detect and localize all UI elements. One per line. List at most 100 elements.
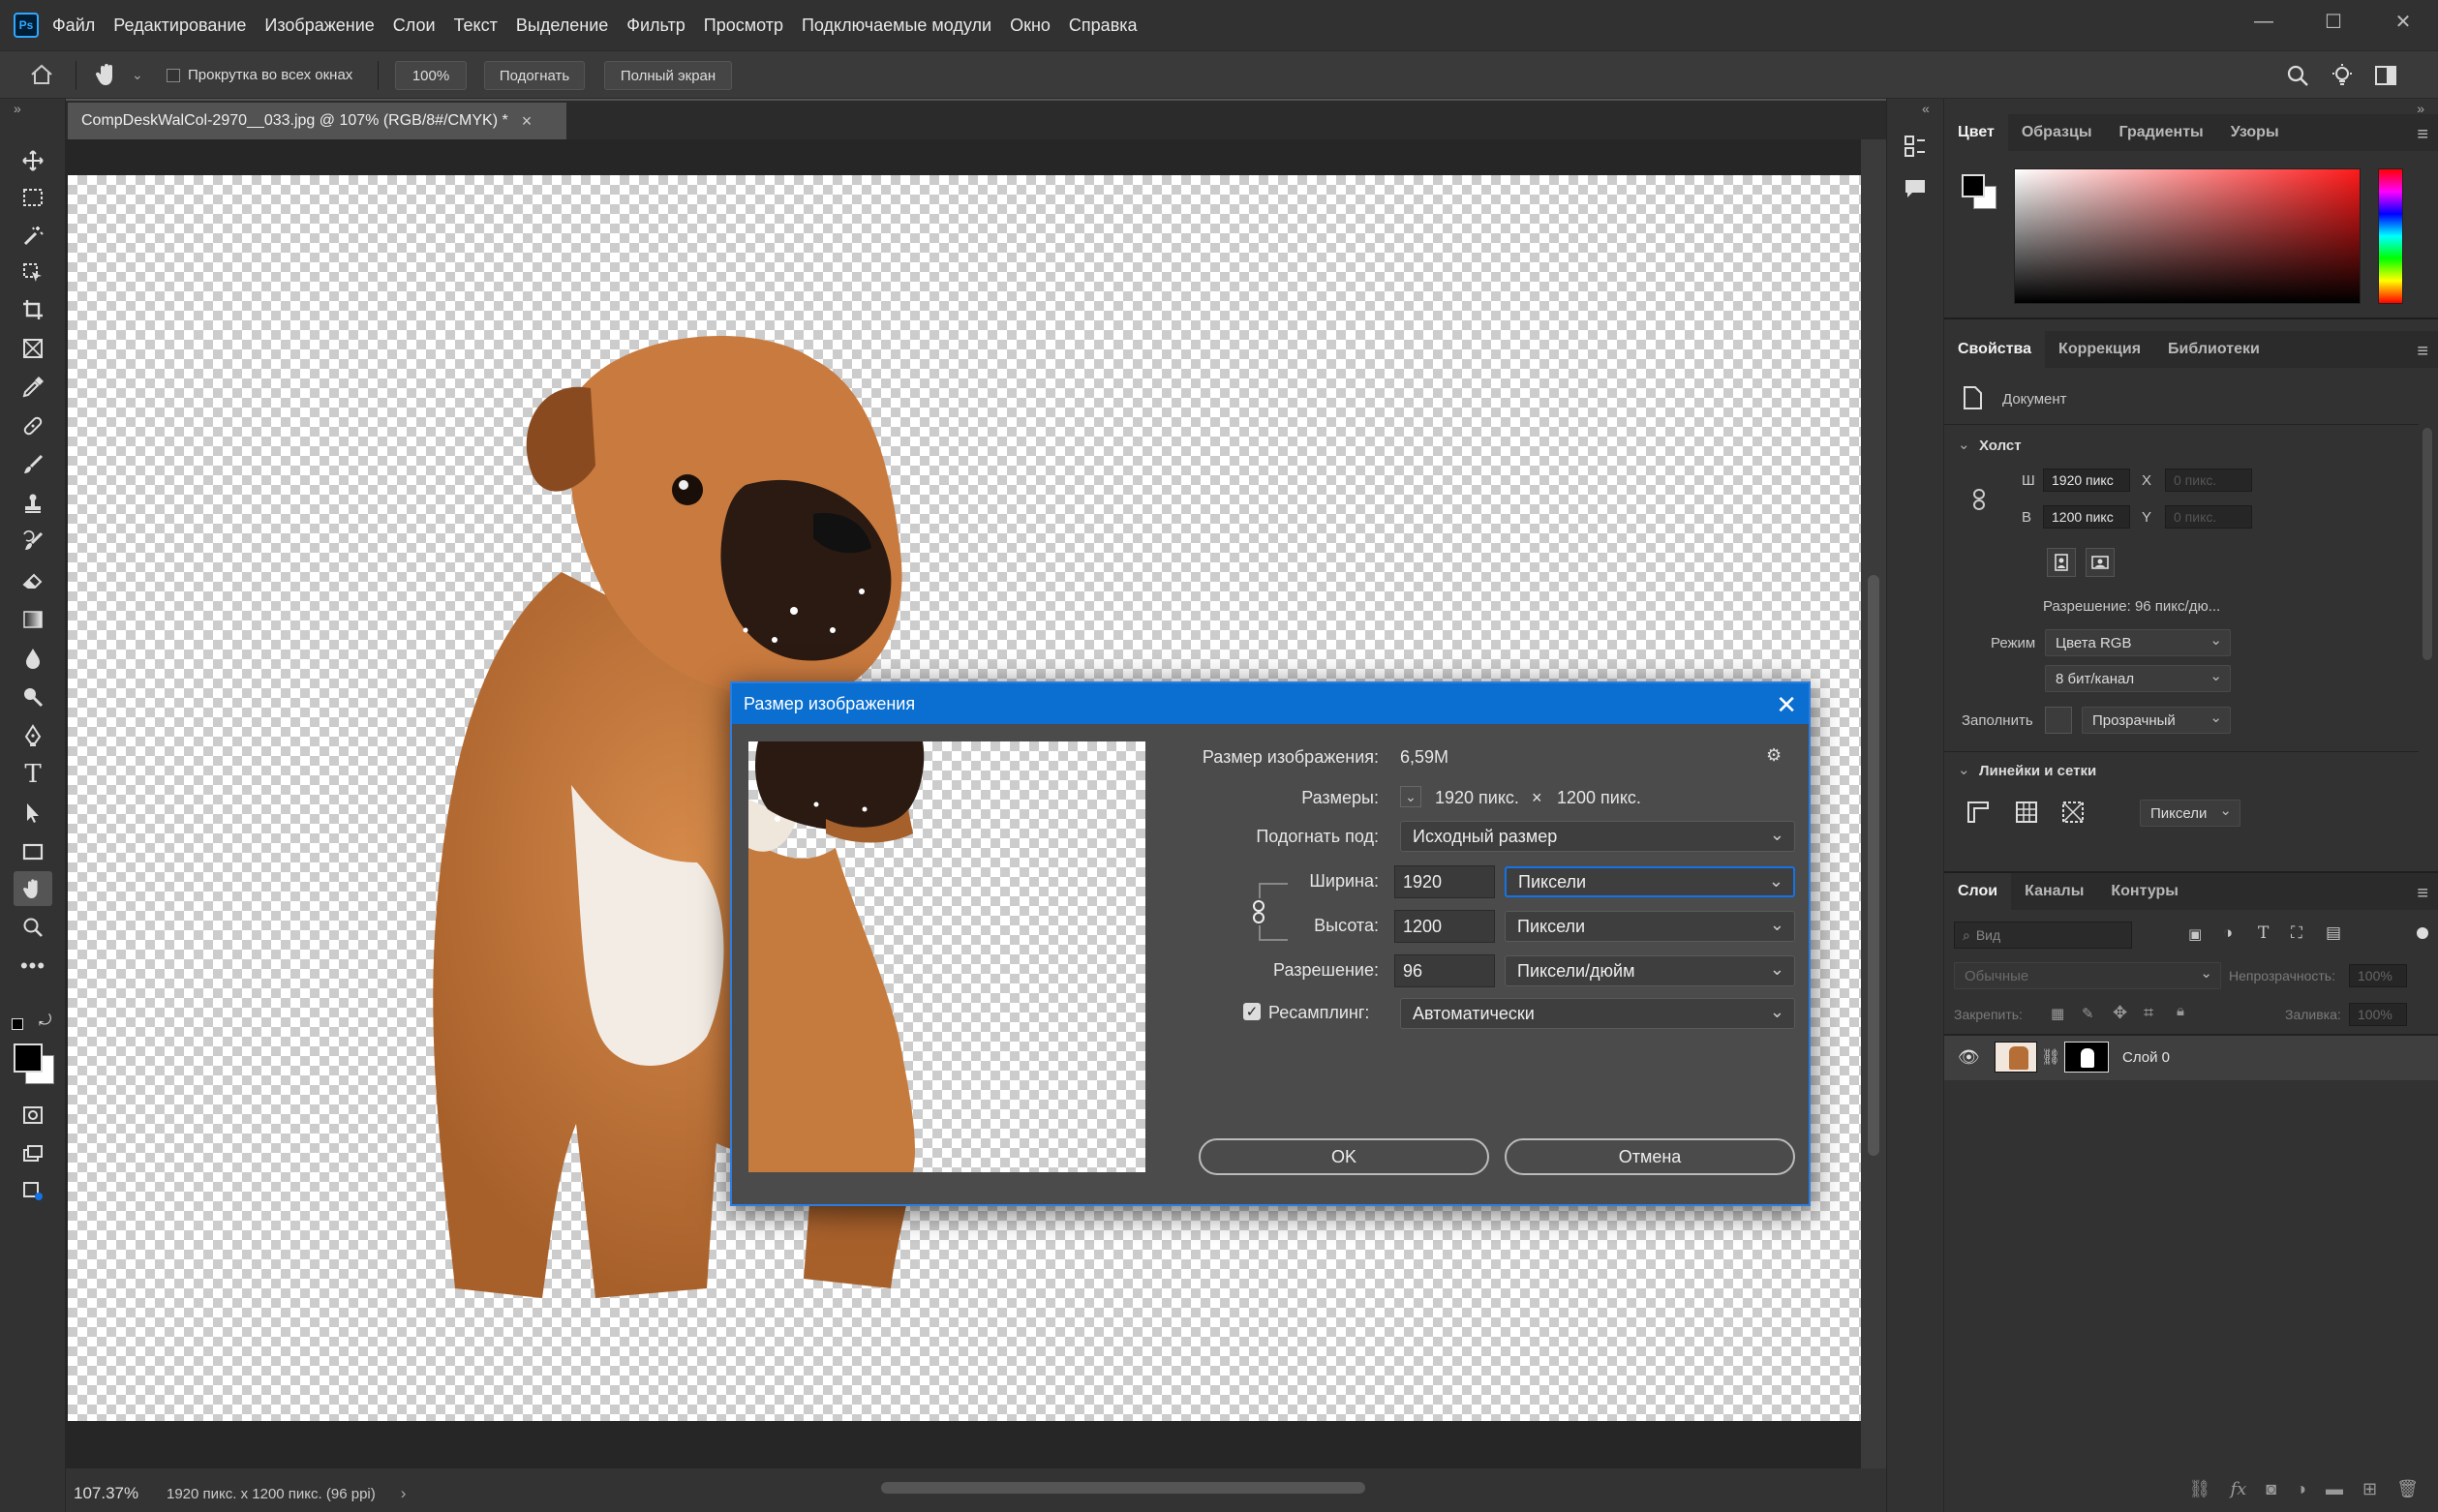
guides-icon[interactable] [2060, 800, 2086, 830]
panel-foreground-swatch[interactable] [1962, 174, 1985, 197]
canvas-y-field[interactable]: 0 пикс. [2165, 505, 2252, 529]
home-icon[interactable] [29, 63, 54, 91]
dodge-tool-icon[interactable] [14, 680, 52, 714]
color-field[interactable] [2014, 168, 2361, 304]
width-unit-dropdown[interactable]: Пиксели [1505, 866, 1795, 897]
preview-pane[interactable] [748, 741, 1145, 1172]
cancel-button[interactable]: Отмена [1505, 1138, 1795, 1175]
pen-tool-icon[interactable] [14, 718, 52, 753]
menu-layers[interactable]: Слои [393, 15, 436, 36]
canvas-height-field[interactable]: 1200 пикс [2043, 505, 2130, 529]
history-panel-icon[interactable] [1903, 134, 1928, 164]
ok-button[interactable]: OK [1199, 1138, 1489, 1175]
foreground-color-swatch[interactable] [14, 1043, 43, 1073]
layer-filter-search[interactable]: ⌕ Вид [1954, 922, 2132, 949]
chevron-down-icon[interactable]: ⌄ [1958, 761, 1970, 778]
layers-menu-icon[interactable]: ≡ [2417, 883, 2428, 905]
status-arrow-icon[interactable]: › [401, 1484, 407, 1503]
menu-help[interactable]: Справка [1069, 15, 1138, 36]
tab-swatches[interactable]: Образцы [2008, 114, 2106, 151]
ruler-icon[interactable] [1966, 800, 1991, 830]
horizontal-scroll-thumb[interactable] [881, 1482, 1365, 1494]
vertical-scrollbar[interactable] [1861, 139, 1886, 1468]
dialog-close-icon[interactable]: ✕ [1776, 690, 1797, 720]
fit-screen-button[interactable]: Подогнать [484, 61, 585, 90]
swap-colors-icon[interactable]: ⤾ [39, 1013, 51, 1030]
filter-image-icon[interactable]: ▣ [2188, 925, 2202, 943]
eraser-tool-icon[interactable] [14, 563, 52, 598]
canvas-section-title[interactable]: Холст [1979, 438, 2022, 454]
lock-image-icon[interactable]: ✎ [2082, 1005, 2094, 1022]
menu-file[interactable]: Файл [52, 15, 95, 36]
tab-properties[interactable]: Свойства [1944, 331, 2046, 368]
ruler-units-dropdown[interactable]: Пиксели [2140, 800, 2240, 827]
gradient-tool-icon[interactable] [14, 602, 52, 637]
magic-wand-tool-icon[interactable] [14, 219, 52, 254]
discover-lightbulb-icon[interactable] [2330, 63, 2355, 93]
filter-smart-object-icon[interactable]: ▤ [2326, 923, 2341, 943]
search-icon[interactable] [2285, 63, 2310, 93]
zoom-100-button[interactable]: 100% [395, 61, 467, 90]
blend-mode-dropdown[interactable]: Обычные [1954, 962, 2221, 989]
opacity-field[interactable]: 100% [2349, 964, 2407, 987]
object-selection-tool-icon[interactable] [14, 256, 52, 290]
new-layer-icon[interactable]: ⊞ [2362, 1479, 2377, 1499]
move-tool-icon[interactable] [14, 143, 52, 178]
brush-tool-icon[interactable] [14, 447, 52, 482]
layer-row[interactable]: 👁︎ ⛓︎ Слой 0 [1944, 1036, 2438, 1080]
history-brush-tool-icon[interactable] [14, 525, 52, 559]
link-dimensions-icon[interactable] [1971, 488, 1987, 516]
tab-patterns[interactable]: Узоры [2217, 114, 2293, 151]
frame-tool-icon[interactable] [14, 331, 52, 366]
lock-all-icon[interactable]: 🔒︎ [2177, 1003, 2184, 1019]
resolution-unit-dropdown[interactable]: Пиксели/дюйм [1505, 955, 1795, 986]
canvas-width-field[interactable]: 1920 пикс [2043, 469, 2130, 492]
collapse-toolbar-icon[interactable]: » [14, 101, 21, 116]
tab-adjustments[interactable]: Коррекция [2045, 331, 2154, 368]
bit-depth-dropdown[interactable]: 8 бит/канал [2045, 665, 2231, 692]
clone-stamp-tool-icon[interactable] [14, 486, 52, 521]
healing-brush-tool-icon[interactable] [14, 408, 52, 443]
color-mode-dropdown[interactable]: Цвета RGB [2045, 629, 2231, 656]
menu-filter[interactable]: Фильтр [626, 15, 685, 36]
collapse-right-icon[interactable]: » [2417, 101, 2424, 116]
path-selection-tool-icon[interactable] [14, 796, 52, 831]
height-unit-dropdown[interactable]: Пиксели [1505, 911, 1795, 942]
menu-select[interactable]: Выделение [516, 15, 608, 36]
default-colors-icon[interactable] [12, 1018, 23, 1030]
menu-image[interactable]: Изображение [264, 15, 374, 36]
dimensions-unit-dropdown[interactable]: ⌄ [1400, 786, 1421, 807]
filter-toggle-icon[interactable] [2417, 927, 2428, 939]
menu-plugins[interactable]: Подключаемые модули [802, 15, 991, 36]
type-tool-icon[interactable]: T [14, 757, 52, 792]
workspace-icon[interactable] [2374, 65, 2397, 91]
comments-panel-icon[interactable] [1903, 176, 1928, 206]
quick-mask-icon[interactable] [14, 1098, 52, 1133]
mask-link-icon[interactable]: ⛓︎ [2041, 1047, 2060, 1067]
hand-tool-active-icon[interactable] [14, 871, 52, 906]
menu-window[interactable]: Окно [1010, 15, 1051, 36]
fullscreen-button[interactable]: Полный экран [604, 61, 732, 90]
grid-icon[interactable] [2014, 800, 2039, 830]
maximize-icon[interactable]: ☐ [2299, 0, 2368, 43]
tab-color[interactable]: Цвет [1944, 114, 2008, 151]
layer-effects-icon[interactable]: fx [2230, 1479, 2246, 1499]
landscape-orientation-icon[interactable] [2086, 548, 2115, 577]
settings-gear-icon[interactable]: ⚙︎ [1766, 745, 1782, 766]
tab-paths[interactable]: Контуры [2097, 873, 2192, 910]
layer-name[interactable]: Слой 0 [2122, 1049, 2170, 1066]
hue-slider[interactable] [2378, 168, 2403, 304]
resample-checkbox[interactable]: ✓ [1243, 1003, 1261, 1020]
scroll-all-checkbox[interactable] [167, 69, 180, 82]
rectangle-tool-icon[interactable] [14, 834, 52, 869]
lock-transparent-icon[interactable]: ▦ [2051, 1005, 2064, 1022]
new-group-icon[interactable]: ▬ [2326, 1479, 2343, 1499]
resolution-input[interactable]: 96 [1394, 954, 1495, 987]
resample-dropdown[interactable]: Автоматически [1400, 998, 1795, 1029]
eyedropper-tool-icon[interactable] [14, 370, 52, 405]
chevron-down-icon[interactable]: ⌄ [1958, 436, 1970, 453]
properties-menu-icon[interactable]: ≡ [2417, 341, 2428, 363]
filter-shape-icon[interactable]: ⛶ [2291, 923, 2302, 943]
crop-tool-icon[interactable] [14, 292, 52, 327]
zoom-tool-icon[interactable] [14, 910, 52, 945]
